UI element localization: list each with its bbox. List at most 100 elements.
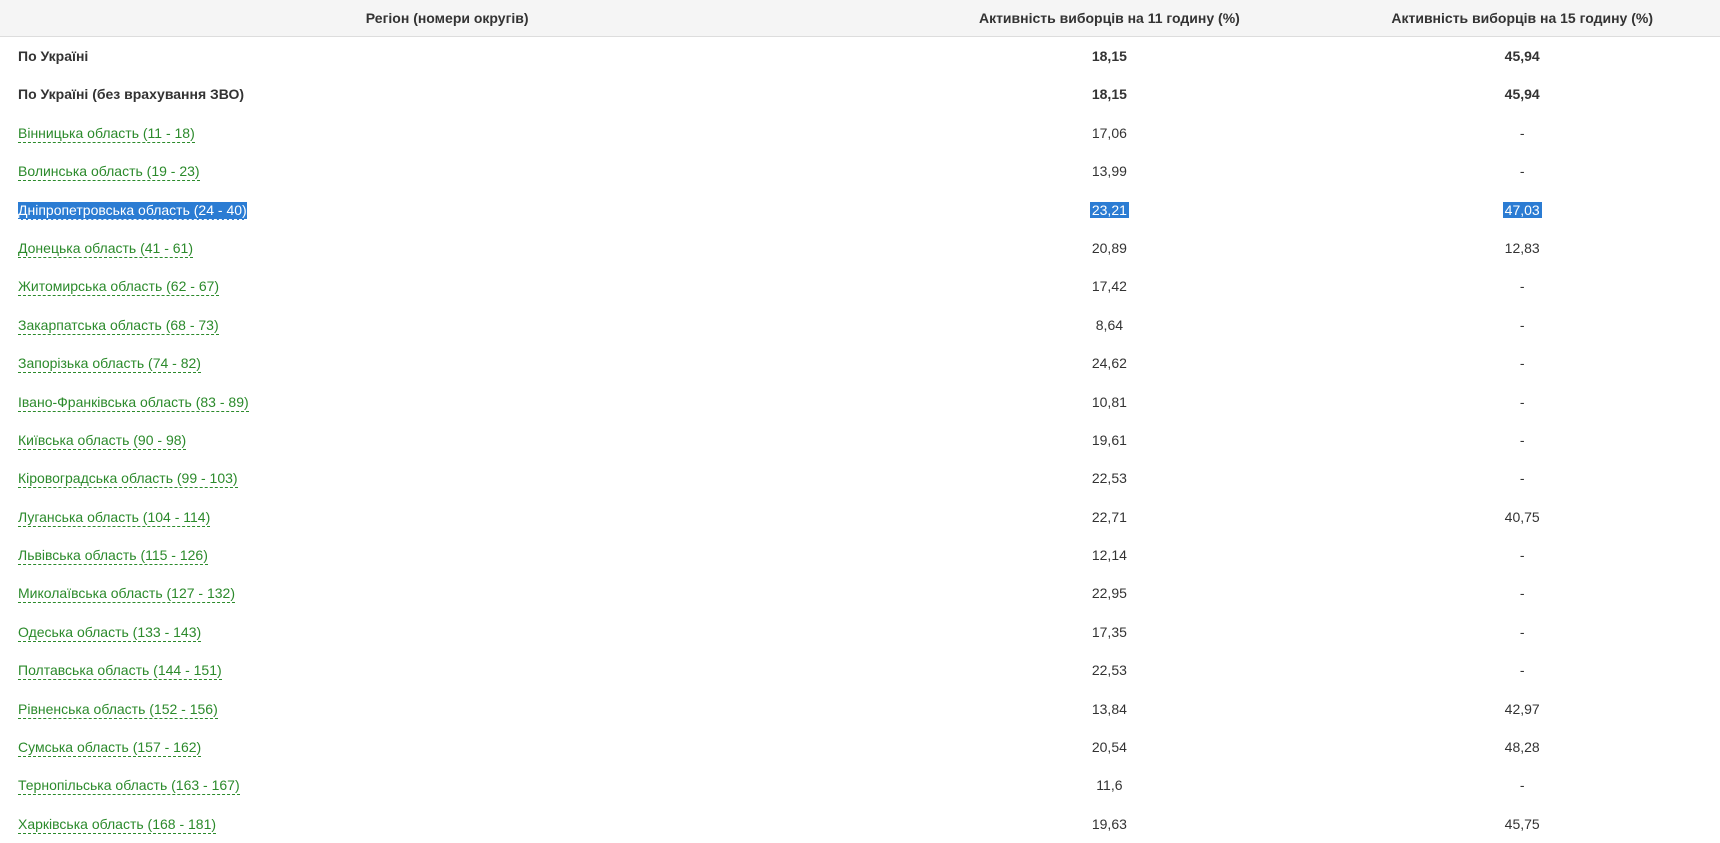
turnout-15h-cell: - xyxy=(1324,114,1720,152)
table-row: Івано-Франківська область (83 - 89) 10,81… xyxy=(0,383,1720,421)
turnout-11h-value: 22,53 xyxy=(1092,470,1127,486)
turnout-15h-value: 47,03 xyxy=(1503,202,1542,218)
turnout-15h-cell: 12,83 xyxy=(1324,229,1720,267)
turnout-11h-cell: 22,53 xyxy=(894,459,1324,497)
table-row: Харківська область (168 - 181) 19,63 45,75 xyxy=(0,805,1720,843)
turnout-11h-cell: 23,21 xyxy=(894,191,1324,229)
region-cell: Київська область (90 - 98) xyxy=(0,421,894,459)
turnout-15h-cell: - xyxy=(1324,613,1720,651)
turnout-11h-cell: 10,81 xyxy=(894,383,1324,421)
region-link[interactable]: Дніпропетровська область (24 - 40) xyxy=(18,202,247,220)
turnout-15h-value: - xyxy=(1520,662,1525,678)
turnout-11h-value: 18,15 xyxy=(1092,48,1127,64)
table-row: Донецька область (41 - 61) 20,89 12,83 xyxy=(0,229,1720,267)
table-row: По Україні18,1545,94 xyxy=(0,37,1720,76)
table-row: Запорізька область (74 - 82) 24,62 - xyxy=(0,344,1720,382)
turnout-15h-value: - xyxy=(1520,470,1525,486)
turnout-15h-cell: - xyxy=(1324,421,1720,459)
table-row: По Україні (без врахування ЗВО)18,1545,9… xyxy=(0,75,1720,113)
region-link[interactable]: Івано-Франківська область (83 - 89) xyxy=(18,394,249,412)
header-11h: Активність виборців на 11 годину (%) xyxy=(894,0,1324,37)
table-row: Кіровоградська область (99 - 103) 22,53 - xyxy=(0,459,1720,497)
region-link[interactable]: Житомирська область (62 - 67) xyxy=(18,278,219,296)
region-link[interactable]: Тернопільська область (163 - 167) xyxy=(18,777,240,795)
turnout-11h-value: 22,95 xyxy=(1092,585,1127,601)
turnout-11h-cell: 11,6 xyxy=(894,766,1324,804)
region-link[interactable]: Львівська область (115 - 126) xyxy=(18,547,208,565)
turnout-11h-cell: 22,53 xyxy=(894,651,1324,689)
turnout-11h-value: 22,53 xyxy=(1092,662,1127,678)
region-cell: Рівненська область (152 - 156) xyxy=(0,690,894,728)
turnout-15h-value: 45,75 xyxy=(1505,816,1540,832)
region-link[interactable]: Одеська область (133 - 143) xyxy=(18,624,201,642)
turnout-11h-cell: 24,62 xyxy=(894,344,1324,382)
region-link[interactable]: Сумська область (157 - 162) xyxy=(18,739,201,757)
turnout-11h-cell: 20,89 xyxy=(894,229,1324,267)
header-region: Регіон (номери округів) xyxy=(0,0,894,37)
region-cell: Харківська область (168 - 181) xyxy=(0,805,894,843)
turnout-15h-cell: - xyxy=(1324,344,1720,382)
turnout-15h-cell: 40,75 xyxy=(1324,498,1720,536)
table-row: Полтавська область (144 - 151) 22,53 - xyxy=(0,651,1720,689)
region-cell: Закарпатська область (68 - 73) xyxy=(0,306,894,344)
turnout-15h-value: - xyxy=(1520,278,1525,294)
region-link[interactable]: Харківська область (168 - 181) xyxy=(18,816,216,834)
region-cell: По Україні (без врахування ЗВО) xyxy=(0,75,894,113)
turnout-11h-cell: 18,15 xyxy=(894,37,1324,76)
region-link[interactable]: Закарпатська область (68 - 73) xyxy=(18,317,219,335)
table-row: Київська область (90 - 98) 19,61 - xyxy=(0,421,1720,459)
turnout-11h-cell: 22,71 xyxy=(894,498,1324,536)
turnout-15h-cell: 45,75 xyxy=(1324,805,1720,843)
turnout-15h-cell: - xyxy=(1324,766,1720,804)
turnout-15h-value: - xyxy=(1520,394,1525,410)
region-cell: Тернопільська область (163 - 167) xyxy=(0,766,894,804)
turnout-15h-value: - xyxy=(1520,125,1525,141)
turnout-15h-cell: - xyxy=(1324,574,1720,612)
table-row: Житомирська область (62 - 67) 17,42 - xyxy=(0,267,1720,305)
turnout-11h-cell: 20,54 xyxy=(894,728,1324,766)
region-link[interactable]: Кіровоградська область (99 - 103) xyxy=(18,470,238,488)
turnout-11h-cell: 12,14 xyxy=(894,536,1324,574)
turnout-15h-value: - xyxy=(1520,547,1525,563)
turnout-15h-value: - xyxy=(1520,355,1525,371)
region-link[interactable]: Рівненська область (152 - 156) xyxy=(18,701,218,719)
region-link[interactable]: Волинська область (19 - 23) xyxy=(18,163,200,181)
table-row: Рівненська область (152 - 156)13,8442,97 xyxy=(0,690,1720,728)
turnout-15h-value: 48,28 xyxy=(1505,739,1540,755)
table-row: Дніпропетровська область (24 - 40) 23,21 4… xyxy=(0,191,1720,229)
turnout-11h-value: 17,06 xyxy=(1092,125,1127,141)
turnout-11h-cell: 19,63 xyxy=(894,805,1324,843)
turnout-11h-cell: 17,06 xyxy=(894,114,1324,152)
region-link[interactable]: Київська область (90 - 98) xyxy=(18,432,186,450)
turnout-15h-value: 12,83 xyxy=(1505,240,1540,256)
turnout-15h-cell: 48,28 xyxy=(1324,728,1720,766)
turnout-11h-value: 20,89 xyxy=(1092,240,1127,256)
table-row: Одеська область (133 - 143)17,35- xyxy=(0,613,1720,651)
turnout-15h-value: - xyxy=(1520,317,1525,333)
region-link[interactable]: Луганська область (104 - 114) xyxy=(18,509,210,527)
turnout-11h-cell: 22,95 xyxy=(894,574,1324,612)
region-cell: Одеська область (133 - 143) xyxy=(0,613,894,651)
region-cell: Миколаївська область (127 - 132) xyxy=(0,574,894,612)
turnout-11h-cell: 8,64 xyxy=(894,306,1324,344)
turnout-11h-value: 18,15 xyxy=(1092,86,1127,102)
region-link[interactable]: Запорізька область (74 - 82) xyxy=(18,355,201,373)
turnout-15h-value: 40,75 xyxy=(1505,509,1540,525)
table-row: Тернопільська область (163 - 167) 11,6 - xyxy=(0,766,1720,804)
region-link[interactable]: Миколаївська область (127 - 132) xyxy=(18,585,235,603)
turnout-11h-value: 13,99 xyxy=(1092,163,1127,179)
turnout-11h-cell: 19,61 xyxy=(894,421,1324,459)
region-link[interactable]: Вінницька область (11 - 18) xyxy=(18,125,195,143)
turnout-15h-value: 42,97 xyxy=(1505,701,1540,717)
region-link[interactable]: Полтавська область (144 - 151) xyxy=(18,662,222,680)
region-link[interactable]: Донецька область (41 - 61) xyxy=(18,240,193,258)
table-row: Волинська область (19 - 23)13,99- xyxy=(0,152,1720,190)
turnout-15h-cell: - xyxy=(1324,536,1720,574)
turnout-15h-value: - xyxy=(1520,432,1525,448)
region-cell: Кіровоградська область (99 - 103) xyxy=(0,459,894,497)
turnout-15h-value: - xyxy=(1520,777,1525,793)
header-15h: Активність виборців на 15 годину (%) xyxy=(1324,0,1720,37)
voter-turnout-table: Регіон (номери округів) Активність вибор… xyxy=(0,0,1720,843)
turnout-11h-cell: 17,42 xyxy=(894,267,1324,305)
table-row: Закарпатська область (68 - 73) 8,64 - xyxy=(0,306,1720,344)
